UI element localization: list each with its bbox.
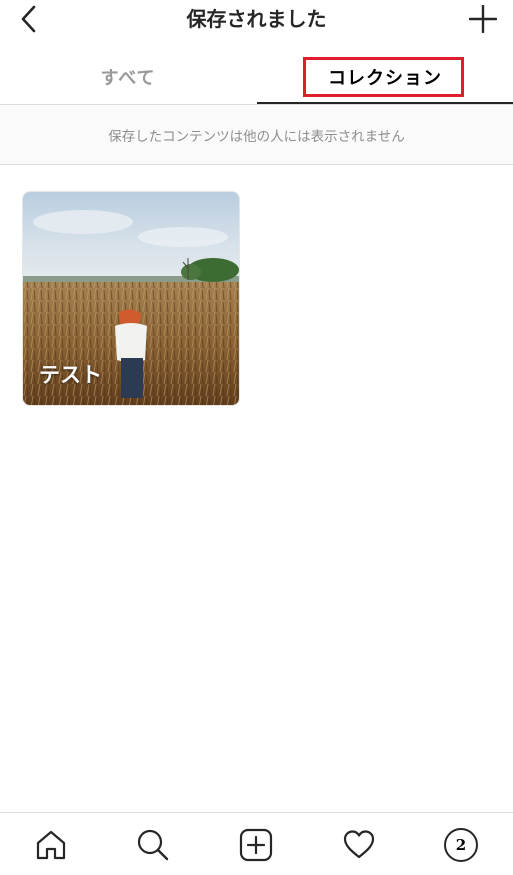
nav-profile[interactable]: 2 bbox=[441, 825, 481, 865]
nav-new-post[interactable] bbox=[236, 825, 276, 865]
home-icon bbox=[36, 830, 66, 860]
nav-home[interactable] bbox=[31, 825, 71, 865]
heart-icon bbox=[343, 830, 375, 859]
tab-label: コレクション bbox=[328, 67, 442, 89]
tab-all[interactable]: すべて bbox=[0, 50, 256, 103]
tabs: すべて コレクション bbox=[0, 50, 513, 105]
bottom-navigation: 2 bbox=[0, 812, 513, 875]
collection-name: テスト bbox=[39, 363, 102, 387]
tab-label: すべて bbox=[100, 67, 156, 89]
search-icon bbox=[137, 829, 169, 861]
divider bbox=[0, 164, 513, 165]
avatar: 2 bbox=[444, 828, 478, 862]
nav-activity[interactable] bbox=[339, 825, 379, 865]
privacy-notice: 保存したコンテンツは他の人には表示されません bbox=[0, 105, 513, 164]
tab-collection[interactable]: コレクション bbox=[257, 50, 513, 103]
header: 保存されました bbox=[0, 0, 513, 38]
collection-card[interactable]: テスト bbox=[22, 191, 240, 406]
notice-text: 保存したコンテンツは他の人には表示されません bbox=[108, 128, 405, 145]
plus-square-icon bbox=[239, 828, 273, 862]
page-title: 保存されました bbox=[186, 7, 327, 31]
plus-icon bbox=[469, 5, 497, 33]
nav-search[interactable] bbox=[133, 825, 173, 865]
add-collection-button[interactable] bbox=[467, 3, 499, 35]
